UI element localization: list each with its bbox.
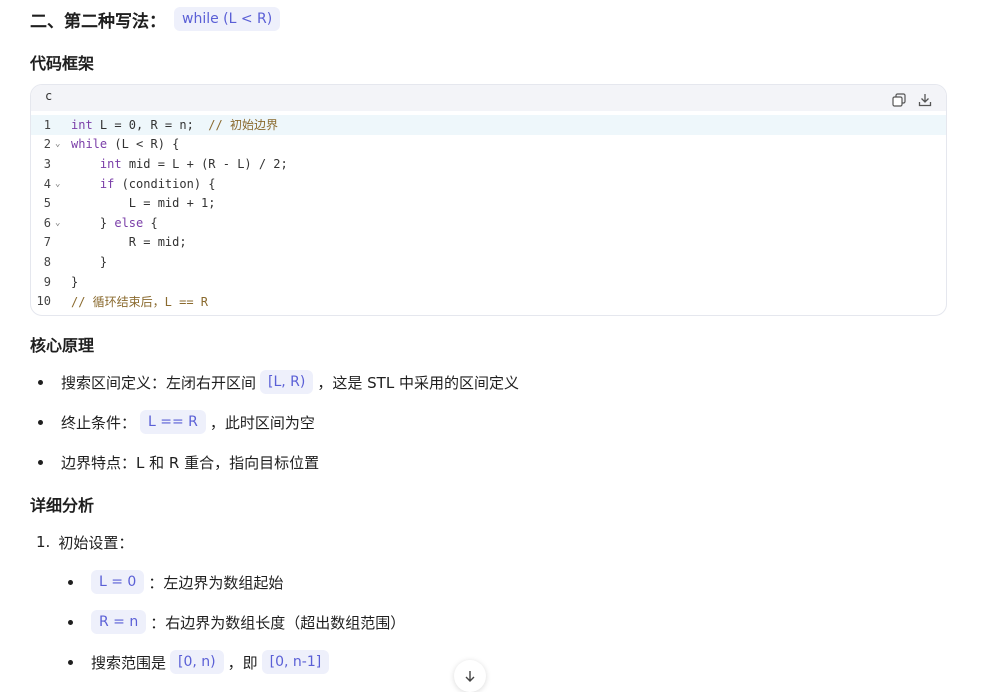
list-item-text: ：左边界为数组起始 (148, 573, 284, 592)
code-line: 2 ⌄ while (L < R) { (31, 135, 946, 155)
code-keyword: else (114, 215, 144, 230)
bullet (68, 659, 73, 665)
code-token: { (143, 215, 158, 230)
list-item: L = 0 ：左边界为数组起始 (68, 570, 283, 594)
list-item-text: 搜索范围是 (91, 653, 167, 672)
bullet (38, 419, 43, 425)
code-keyword: if (99, 176, 115, 191)
code-text: L = mid + 1; (71, 196, 216, 210)
code-token: (L < R) { (107, 137, 180, 152)
inline-code: L = 0 (91, 570, 145, 594)
scroll-down-button[interactable] (454, 660, 486, 692)
list-item-text: 终止条件： (61, 413, 137, 432)
bullet (38, 459, 43, 465)
list-item-text: ：右边界为数组长度（超出数组范围） (150, 613, 406, 632)
inline-code: [0, n) (170, 650, 224, 674)
code-line: 4 ⌄ if (condition) { (31, 174, 946, 194)
code-token: (condition) { (114, 176, 216, 191)
code-comment: // 循环结束后，L == R (71, 294, 209, 309)
code-text: R = mid; (71, 235, 187, 249)
line-number: 6 (43, 215, 51, 230)
code-keyword: int (99, 156, 122, 171)
code-comment: // 初始边界 (208, 118, 278, 133)
code-text: // 循环结束后，L == R (71, 293, 208, 310)
code-token: } (71, 254, 108, 269)
code-text: if (condition) { (71, 177, 216, 191)
line-number: 3 (43, 156, 51, 171)
principle-title: 核心原理 (30, 336, 95, 355)
code-block: c 1 int L = 0, R = n; // 初始边界 2 ⌄ while (L <… (30, 84, 947, 316)
code-token: L = 0, R = n; (92, 118, 209, 133)
bullet (68, 579, 73, 585)
line-number: 8 (43, 254, 51, 269)
code-text: int mid = L + (R - L) / 2; (71, 157, 288, 171)
code-token: } (71, 274, 79, 289)
section-heading-text: 二、第二种写法： (30, 11, 166, 32)
line-number: 7 (43, 235, 51, 250)
inline-code: L == R (140, 410, 206, 434)
list-item: R = n ：右边界为数组长度（超出数组范围） (68, 610, 405, 634)
code-token: mid = L + (R - L) / 2; (121, 156, 288, 171)
fold-chevron-icon[interactable]: ⌄ (53, 139, 71, 149)
code-body: 1 int L = 0, R = n; // 初始边界 2 ⌄ while (L < R… (31, 111, 946, 311)
line-number: 1 (43, 117, 51, 132)
fold-chevron-icon[interactable]: ⌄ (53, 218, 71, 228)
code-text: } (71, 275, 78, 289)
code-line: 8 } (31, 252, 946, 272)
code-line: 6 ⌄ } else { (31, 213, 946, 233)
code-text: } (71, 255, 107, 269)
inline-code: [L, R) (260, 370, 314, 394)
code-line: 10 // 循环结束后，L == R (31, 291, 946, 311)
section-heading: 二、第二种写法： while (L < R) (30, 6, 281, 32)
list-item-text: 边界特点：L 和 R 重合，指向目标位置 (61, 453, 320, 472)
list-item-text: 初始设置： (58, 533, 134, 552)
bullet (38, 379, 43, 385)
inline-code: R = n (91, 610, 147, 634)
list-item: 搜索区间定义：左闭右开区间 [L, R) ，这是 STL 中采用的区间定义 (38, 370, 519, 394)
code-line: 9} (31, 272, 946, 292)
list-item-text: ，此时区间为空 (209, 413, 315, 432)
code-keyword: while (71, 137, 108, 152)
list-item-text: ，即 (227, 653, 258, 672)
framework-title: 代码框架 (30, 54, 95, 73)
code-line: 5 L = mid + 1; (31, 193, 946, 213)
code-text: while (L < R) { (71, 137, 179, 151)
code-line: 1 int L = 0, R = n; // 初始边界 (31, 115, 946, 135)
code-token: R = mid; (71, 235, 187, 250)
line-number: 5 (43, 196, 51, 211)
list-item-text: 搜索区间定义：左闭右开区间 (61, 373, 257, 392)
list-item-text: ，这是 STL 中采用的区间定义 (317, 373, 519, 392)
code-token: } (71, 215, 115, 230)
arrow-down-icon (465, 671, 475, 682)
code-token: L = mid + 1; (71, 196, 216, 211)
code-text: int L = 0, R = n; // 初始边界 (71, 116, 278, 133)
list-number: 1. (36, 533, 51, 551)
line-number: 10 (36, 294, 51, 309)
heading-inline-code: while (L < R) (174, 7, 281, 31)
list-item: 边界特点：L 和 R 重合，指向目标位置 (38, 450, 319, 474)
line-number: 2 (43, 137, 51, 152)
ordered-list-item: 1. 初始设置： (36, 530, 133, 554)
code-language: c (45, 89, 53, 103)
analysis-title: 详细分析 (30, 496, 95, 515)
bullet (68, 619, 73, 625)
download-icon[interactable] (918, 93, 932, 107)
code-keyword: int (71, 118, 93, 133)
code-text: } else { (71, 216, 158, 230)
code-line: 7 R = mid; (31, 233, 946, 253)
code-line: 3 int mid = L + (R - L) / 2; (31, 154, 946, 174)
line-number: 9 (43, 274, 51, 289)
list-item: 终止条件： L == R ，此时区间为空 (38, 410, 315, 434)
line-number: 4 (43, 176, 51, 191)
code-header: c (31, 85, 946, 111)
fold-chevron-icon[interactable]: ⌄ (53, 179, 71, 189)
inline-code: [0, n-1] (261, 650, 330, 674)
list-item: 搜索范围是 [0, n) ，即 [0, n-1] (68, 650, 333, 674)
copy-icon[interactable] (892, 93, 906, 107)
